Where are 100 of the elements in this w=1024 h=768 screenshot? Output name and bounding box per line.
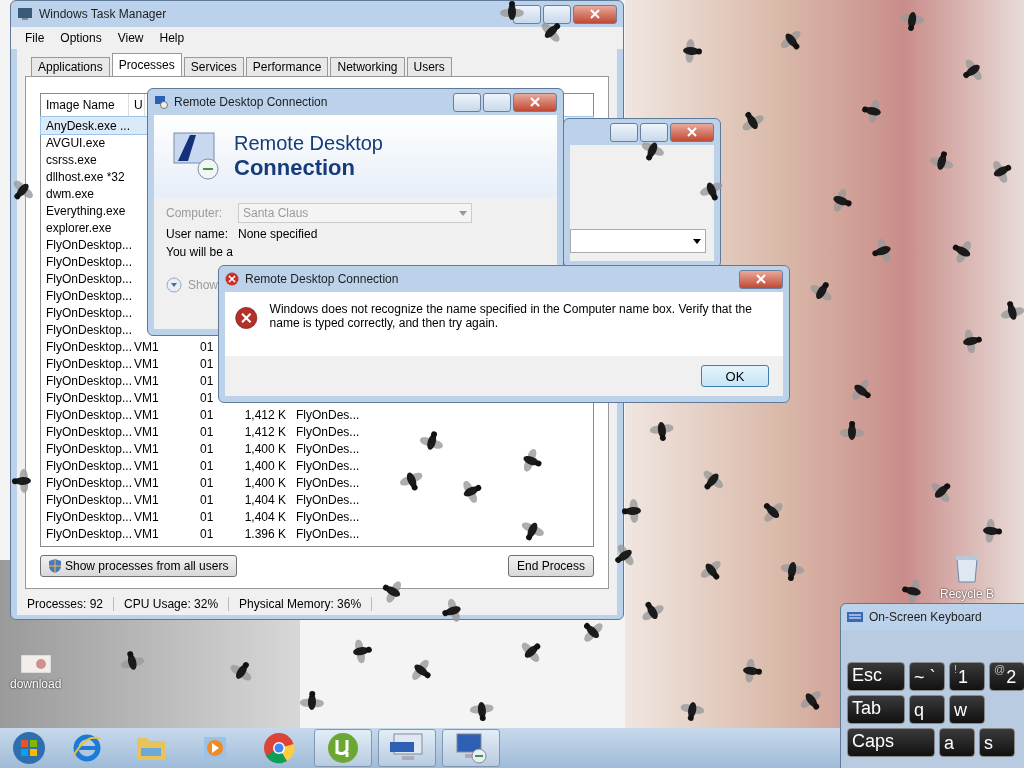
taskbar-button[interactable] xyxy=(314,729,372,767)
expand-icon[interactable] xyxy=(166,277,182,293)
keyboard-key[interactable]: Tab xyxy=(847,695,905,724)
keyboard-key[interactable]: Esc xyxy=(847,662,905,691)
table-cell-text: 1,400 K xyxy=(243,458,287,473)
status-text: Processes: 92 xyxy=(17,597,115,611)
keyboard-key[interactable]: q xyxy=(909,695,945,724)
table-cell-text: 1,400 K xyxy=(243,441,287,456)
window-title: Remote Desktop Connection xyxy=(245,272,400,286)
table-cell-text: 1,412 K xyxy=(243,407,287,422)
table-cell-text: FlyOnDesktop... xyxy=(45,288,129,303)
play-icon xyxy=(201,734,229,762)
window-title: Remote Desktop Connection xyxy=(174,95,329,109)
tab[interactable]: Services xyxy=(183,57,244,76)
image-file-icon[interactable] xyxy=(20,655,51,673)
keyboard-key[interactable]: ~ ` xyxy=(909,662,945,691)
remote-desktop-icon xyxy=(154,95,168,109)
dropdown-arrow-icon xyxy=(693,238,701,244)
taskbar-button[interactable] xyxy=(378,729,436,767)
maximize-button[interactable] xyxy=(543,4,571,24)
shield-icon xyxy=(49,559,61,573)
table-cell-text: 01 xyxy=(199,390,215,405)
table-cell-text: 01 xyxy=(199,509,215,524)
process-row[interactable]: FlyOnDesktop... VM1 01 1,412 K FlyOnDes... xyxy=(41,423,593,440)
table-cell-text: FlyOnDesktop... xyxy=(45,424,129,439)
end-process-button[interactable]: End Process xyxy=(507,555,594,577)
tab[interactable]: Users xyxy=(406,57,452,76)
table-cell-text: VM1 xyxy=(133,424,160,439)
table-cell-text: FlyOnDes... xyxy=(295,407,361,422)
fly-icon xyxy=(839,419,865,443)
close-icon xyxy=(687,127,697,137)
table-cell-text: 01 xyxy=(199,526,215,541)
table-cell-text: 01 xyxy=(199,492,215,507)
status-text: Physical Memory: 36% xyxy=(229,597,373,611)
menu-item[interactable]: Options xyxy=(60,31,102,45)
table-cell-text: FlyOnDes... xyxy=(295,441,361,456)
table-cell-text: 01 xyxy=(199,373,215,388)
field-label: User name: xyxy=(166,227,230,241)
info-text: You will be a xyxy=(166,245,233,259)
process-row[interactable]: FlyOnDesktop... VM1 01 1,412 K FlyOnDes... xyxy=(41,406,593,423)
maximize-button[interactable] xyxy=(640,122,668,142)
table-cell-text: VM1 xyxy=(133,373,160,388)
keyboard-key[interactable]: !1 xyxy=(949,662,985,691)
menu-item[interactable]: Help xyxy=(159,31,185,45)
table-cell-text: VM1 xyxy=(133,390,160,405)
remote-desktop-icon xyxy=(170,131,222,181)
show-all-processes-button[interactable]: Show processes from all users xyxy=(40,555,238,577)
table-cell-text: FlyOnDesktop... xyxy=(45,441,129,456)
keyboard-icon xyxy=(847,612,863,622)
status-text: CPU Usage: 32% xyxy=(114,597,230,611)
table-cell-text: FlyOnDesktop... xyxy=(45,509,129,524)
tab[interactable]: Networking xyxy=(330,57,405,76)
fly-icon xyxy=(299,689,325,713)
process-row[interactable]: FlyOnDesktop... VM1 01 1,404 K FlyOnDes... xyxy=(41,508,593,525)
tab[interactable]: Performance xyxy=(245,57,329,76)
table-cell-text: FlyOnDesktop... xyxy=(45,526,129,541)
process-row[interactable]: FlyOnDesktop... VM1 01 1.396 K FlyOnDes... xyxy=(41,525,593,542)
table-cell-text: 01 xyxy=(199,458,215,473)
table-cell-text: FlyOnDesktop... xyxy=(45,390,129,405)
process-row[interactable]: FlyOnDesktop... VM1 01 1,400 K FlyOnDes... xyxy=(41,440,593,457)
maximize-button[interactable] xyxy=(483,92,511,112)
table-cell-text: dwm.exe xyxy=(45,186,96,201)
keyboard-key[interactable]: w xyxy=(949,695,985,724)
table-cell-text: 01 xyxy=(199,424,215,439)
taskbar-button[interactable] xyxy=(442,729,500,767)
tab[interactable]: Applications xyxy=(31,57,110,76)
close-icon xyxy=(756,274,766,284)
table-cell-text: VM1 xyxy=(133,339,160,354)
table-cell-text: VM1 xyxy=(133,475,160,490)
table-cell-text: 01 xyxy=(199,441,215,456)
ok-button[interactable]: OK xyxy=(701,365,769,387)
table-cell-text: 1,404 K xyxy=(243,509,287,524)
process-row[interactable]: FlyOnDesktop... VM1 01 1,400 K FlyOnDes... xyxy=(41,474,593,491)
close-icon xyxy=(530,97,540,107)
table-cell-text: 01 xyxy=(199,356,215,371)
torrent-icon xyxy=(327,732,359,764)
close-button[interactable] xyxy=(513,92,557,112)
table-cell-text: FlyOnDes... xyxy=(295,492,361,507)
keyboard-key[interactable]: s xyxy=(979,728,1015,757)
close-button[interactable] xyxy=(670,122,714,142)
process-row[interactable]: FlyOnDesktop... VM1 01 1,404 K FlyOnDes... xyxy=(41,491,593,508)
recycle-bin-icon[interactable] xyxy=(954,553,980,583)
table-cell-text: FlyOnDesktop... xyxy=(45,373,129,388)
table-cell-text: 01 xyxy=(199,339,215,354)
keyboard-key[interactable]: a xyxy=(939,728,975,757)
table-cell-text: 1,412 K xyxy=(243,424,287,439)
tab[interactable]: Processes xyxy=(111,53,182,76)
table-cell-text: FlyOnDes... xyxy=(295,526,361,541)
process-row[interactable]: FlyOnDesktop... VM1 01 1,400 K FlyOnDes... xyxy=(41,457,593,474)
dropdown-arrow-icon xyxy=(459,210,467,216)
menu-item[interactable]: View xyxy=(117,31,144,45)
keyboard-key[interactable]: @2 xyxy=(989,662,1024,691)
table-cell-text: 01 xyxy=(199,475,215,490)
close-button[interactable] xyxy=(573,4,617,24)
close-button[interactable] xyxy=(739,269,783,289)
banner-title: Remote Desktop xyxy=(234,131,383,155)
keyboard-key[interactable]: Caps xyxy=(847,728,935,757)
menu-item[interactable]: File xyxy=(25,31,45,45)
dropdown[interactable] xyxy=(570,229,706,253)
error-icon xyxy=(225,272,239,286)
